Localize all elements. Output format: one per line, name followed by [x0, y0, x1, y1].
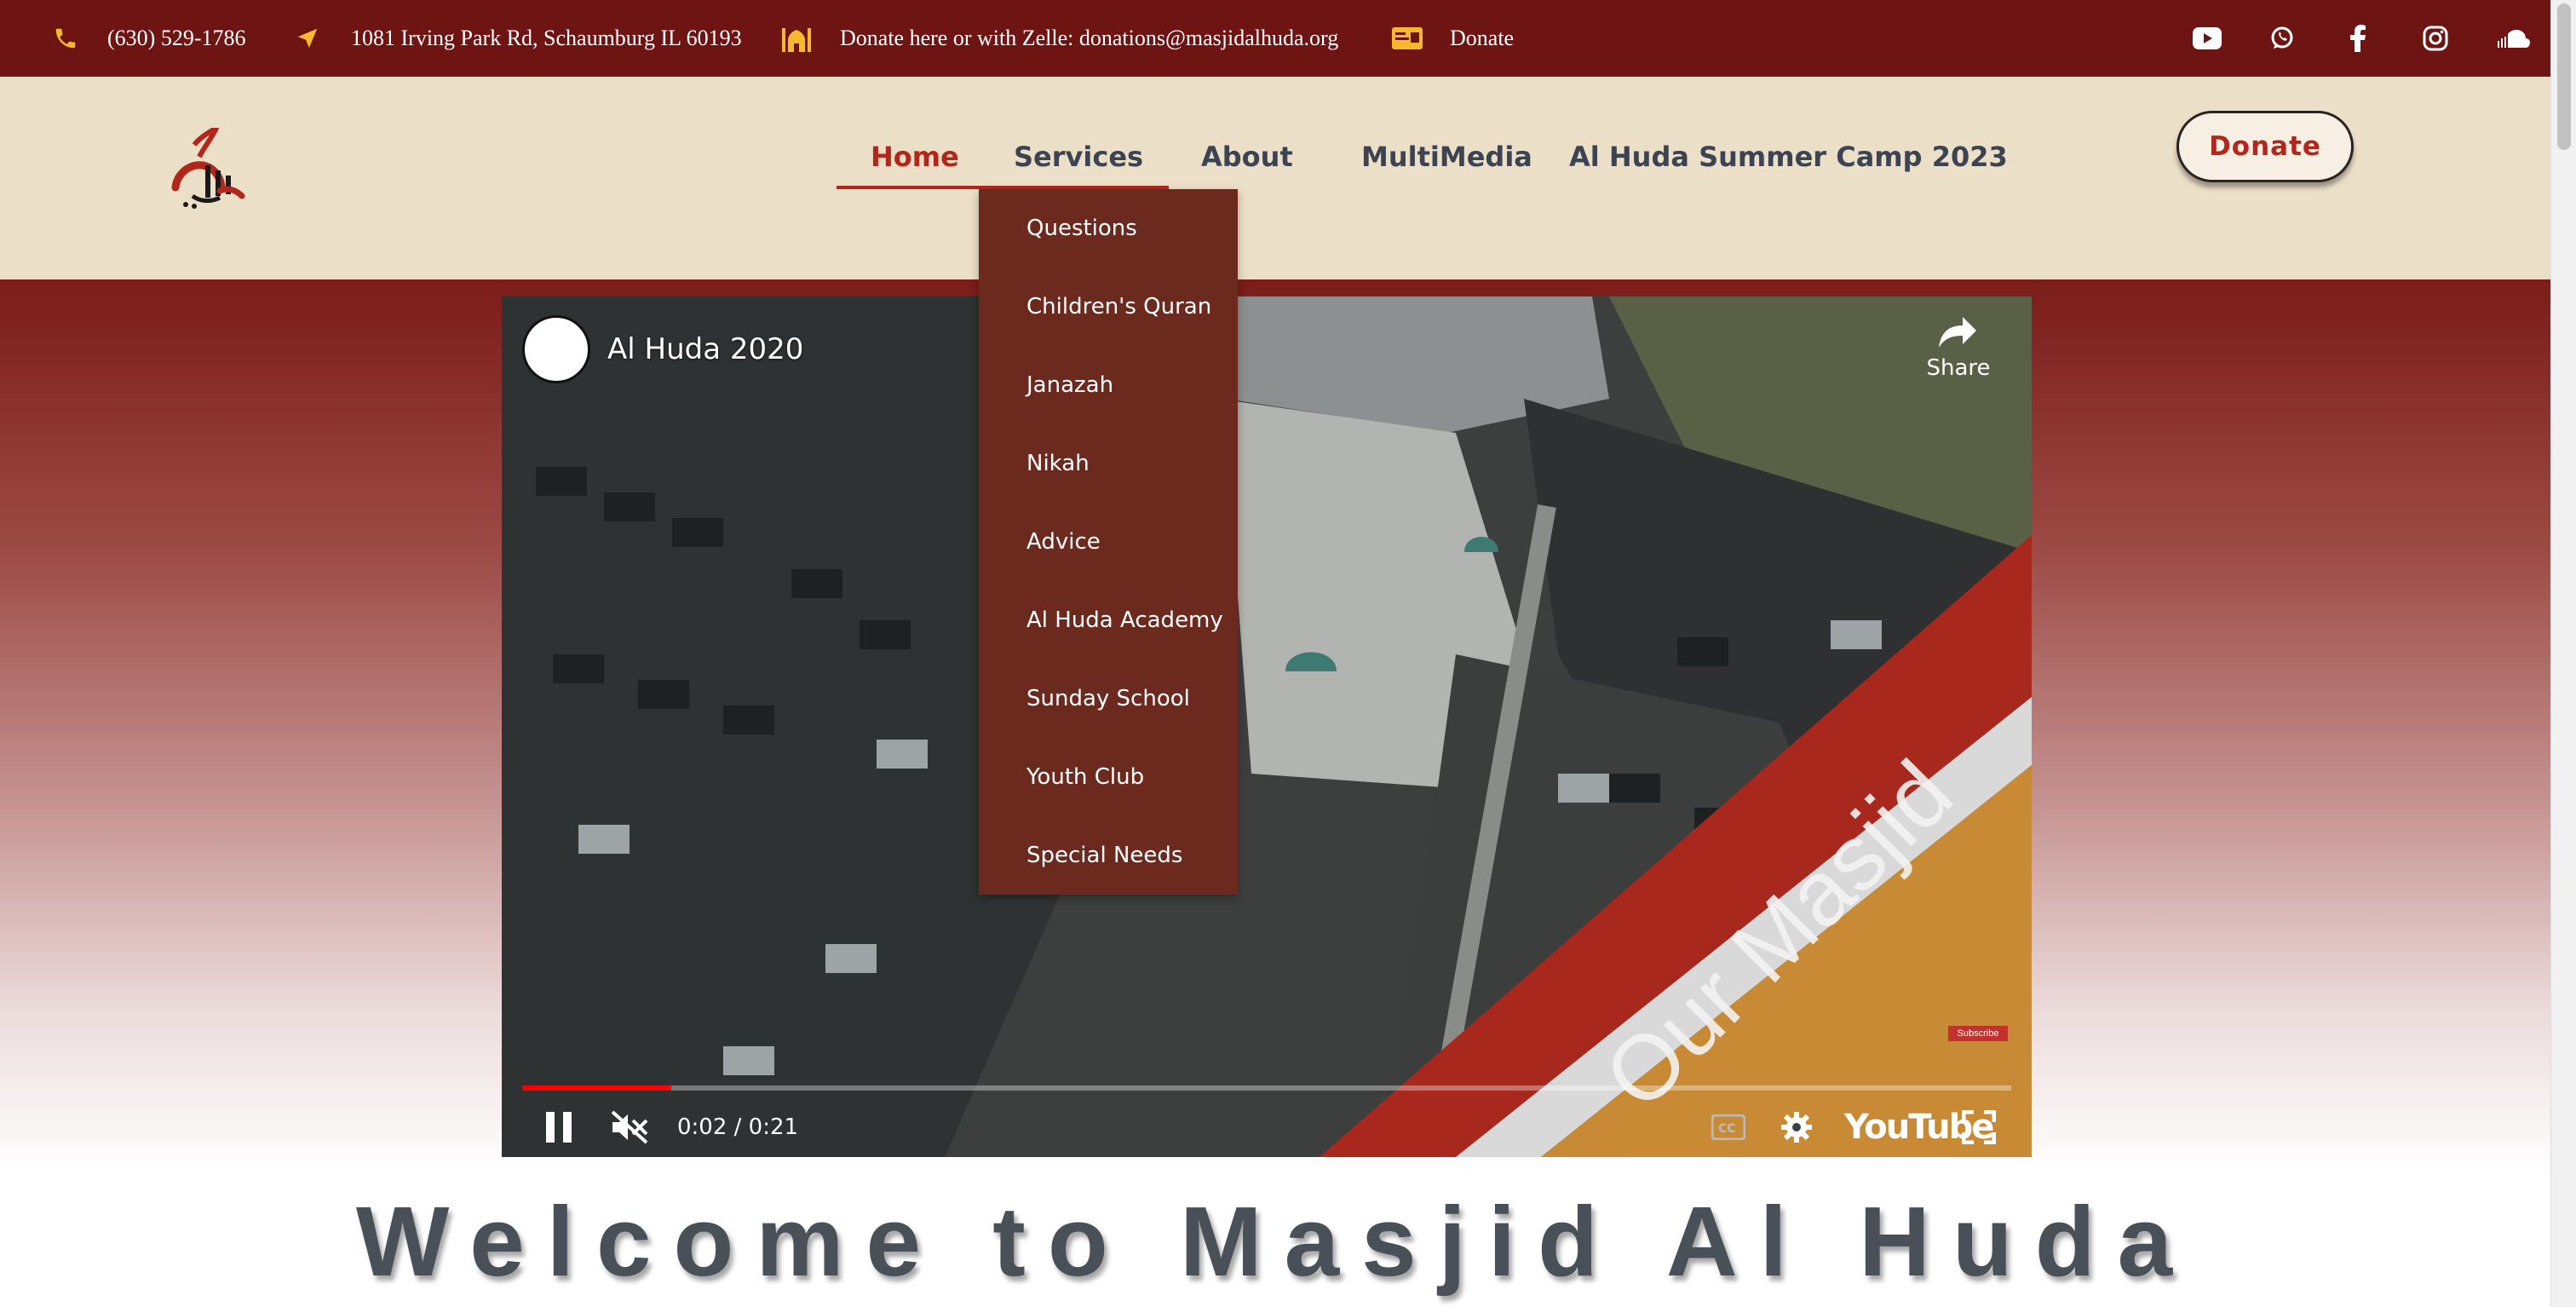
- menu-item-nikah[interactable]: Nikah: [1026, 438, 1090, 489]
- phone-icon: [53, 0, 78, 77]
- video-player[interactable]: Our Masjid Al Huda 2020 Share Subscribe …: [502, 297, 2032, 1157]
- donate-link[interactable]: Donate: [1450, 0, 1514, 77]
- donate-button[interactable]: Donate: [2176, 111, 2354, 182]
- menu-item-al-huda-academy[interactable]: Al Huda Academy: [1026, 595, 1223, 646]
- facebook-icon[interactable]: [2349, 0, 2366, 77]
- share-arrow-icon: [1939, 317, 1976, 348]
- channel-logo[interactable]: [522, 315, 590, 383]
- menu-item-youth-club[interactable]: Youth Club: [1026, 751, 1144, 803]
- menu-item-janazah[interactable]: Janazah: [1026, 360, 1113, 411]
- mute-icon[interactable]: [611, 1097, 650, 1157]
- scrollbar-thumb[interactable]: [2557, 3, 2571, 150]
- menu-item-special-needs[interactable]: Special Needs: [1026, 830, 1182, 881]
- whatsapp-icon[interactable]: [2269, 0, 2295, 77]
- settings-gear-icon[interactable]: [1780, 1097, 1814, 1157]
- video-time: 0:02 / 0:21: [677, 1114, 799, 1140]
- top-info-bar: (630) 529-1786 1081 Irving Park Rd, Scha…: [0, 0, 2550, 77]
- menu-item-sunday-school[interactable]: Sunday School: [1026, 673, 1190, 724]
- donation-card-icon: [1392, 0, 1423, 77]
- video-frame-aerial-view: Our Masjid: [502, 297, 2032, 1157]
- page-scrollbar[interactable]: [2550, 0, 2576, 1307]
- menu-item-advice[interactable]: Advice: [1026, 516, 1101, 567]
- fullscreen-icon[interactable]: [1962, 1097, 1996, 1157]
- video-title[interactable]: Al Huda 2020: [607, 332, 803, 366]
- youtube-icon[interactable]: [2193, 0, 2222, 77]
- services-dropdown-menu: Questions Children's Quran Janazah Nikah…: [979, 189, 1238, 895]
- mosque-icon: [780, 0, 813, 77]
- nav-home[interactable]: Home: [871, 131, 959, 182]
- location-arrow-icon: [295, 0, 320, 77]
- address[interactable]: 1081 Irving Park Rd, Schaumburg IL 60193: [351, 0, 742, 77]
- svg-text:CC: CC: [1718, 1122, 1736, 1136]
- instagram-icon[interactable]: [2423, 0, 2448, 77]
- nav-multimedia[interactable]: MultiMedia: [1361, 131, 1532, 182]
- phone-number[interactable]: (630) 529-1786: [107, 0, 245, 77]
- subscribe-badge[interactable]: Subscribe: [1948, 1026, 2008, 1041]
- soundcloud-icon[interactable]: [2496, 0, 2530, 77]
- nav-about[interactable]: About: [1201, 131, 1293, 182]
- nav-services[interactable]: Services: [1014, 131, 1143, 182]
- captions-icon[interactable]: CC: [1711, 1097, 1745, 1157]
- video-controls: 0:02 / 0:21 CC YouTube: [502, 1097, 2032, 1157]
- site-header: Home Services About MultiMedia Al Huda S…: [0, 77, 2550, 279]
- nav-summer-camp[interactable]: Al Huda Summer Camp 2023: [1569, 131, 2008, 182]
- video-progress-played: [522, 1085, 671, 1091]
- masjid-logo[interactable]: [169, 121, 247, 213]
- welcome-heading: Welcome to Masjid Al Huda: [355, 1186, 2195, 1297]
- share-button[interactable]: Share: [1916, 315, 2001, 400]
- menu-item-questions[interactable]: Questions: [1026, 203, 1137, 254]
- share-label: Share: [1926, 355, 1991, 381]
- video-progress-bar[interactable]: [522, 1085, 2011, 1091]
- menu-item-childrens-quran[interactable]: Children's Quran: [1026, 281, 1211, 332]
- pause-icon[interactable]: [544, 1097, 573, 1157]
- donate-info[interactable]: Donate here or with Zelle: donations@mas…: [840, 0, 1338, 77]
